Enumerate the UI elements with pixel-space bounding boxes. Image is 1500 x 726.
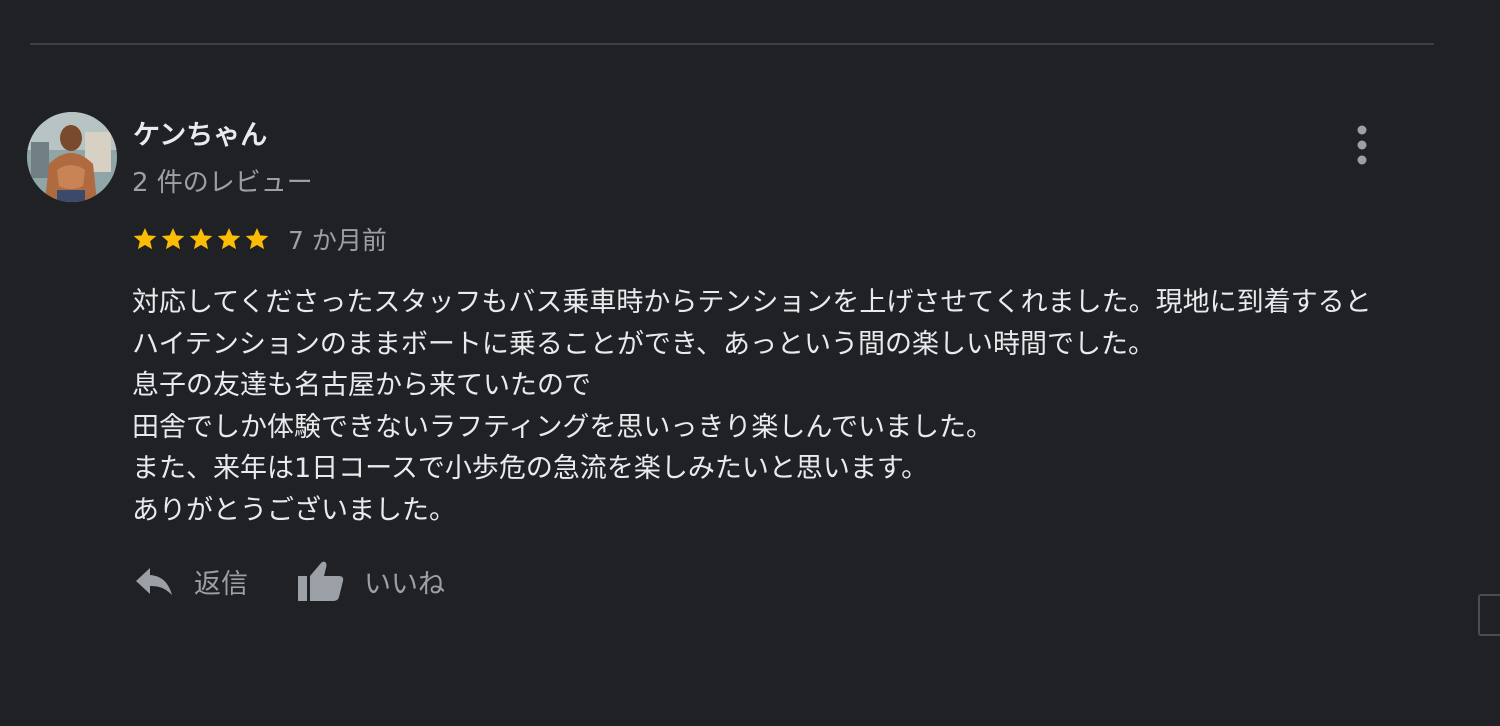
review-text-line: 息子の友達も名古屋から来ていたので bbox=[132, 370, 591, 401]
review-text-line: 田舎でしか体験できないラフティングを思いっきり楽しんでいました。 bbox=[132, 411, 994, 443]
review-text-line: ありがとうございました。 bbox=[132, 494, 456, 526]
reply-icon bbox=[136, 568, 172, 595]
more-vert-icon bbox=[1357, 125, 1367, 165]
divider bbox=[30, 43, 1434, 45]
avatar[interactable] bbox=[27, 112, 117, 202]
rating-row: 7 か月前 bbox=[132, 222, 387, 256]
star-icon bbox=[189, 227, 213, 250]
reply-button[interactable]: 返信 bbox=[132, 561, 248, 601]
scroll-handle[interactable] bbox=[1478, 594, 1500, 636]
star-icon bbox=[245, 227, 269, 250]
star-icon bbox=[161, 227, 185, 250]
review-page: ケンちゃん 2 件のレビュー 7 か月前 対応してくださったスタッフもバス乗車時… bbox=[0, 0, 1500, 726]
review-text-line: 対応してくださったスタッフもバス乗車時からテンションを上げさせてくれました。現地… bbox=[132, 287, 1372, 318]
reviewer-name[interactable]: ケンちゃん bbox=[133, 113, 267, 152]
like-label: いいね bbox=[364, 568, 445, 600]
star-rating bbox=[132, 226, 270, 252]
reply-label: 返信 bbox=[194, 568, 248, 600]
more-options-button[interactable] bbox=[1340, 122, 1384, 170]
review-actions: 返信 いいね bbox=[132, 558, 445, 604]
avatar-image bbox=[27, 112, 117, 202]
star-icon bbox=[217, 227, 241, 250]
review-text-line: また、来年は1日コースで小歩危の急流を楽しみたいと思います。 bbox=[132, 453, 929, 484]
thumb-up-icon bbox=[298, 561, 344, 601]
review-text-line: ハイテンションのままボートに乗ることができ、あっという間の楽しい時間でした。 bbox=[132, 328, 1156, 360]
review-date: 7 か月前 bbox=[288, 226, 387, 255]
review-text: 対応してくださったスタッフもバス乗車時からテンションを上げさせてくれました。現地… bbox=[132, 282, 1462, 531]
review-count[interactable]: 2 件のレビュー bbox=[132, 162, 313, 199]
star-icon bbox=[133, 227, 157, 250]
like-button[interactable]: いいね bbox=[296, 559, 445, 603]
